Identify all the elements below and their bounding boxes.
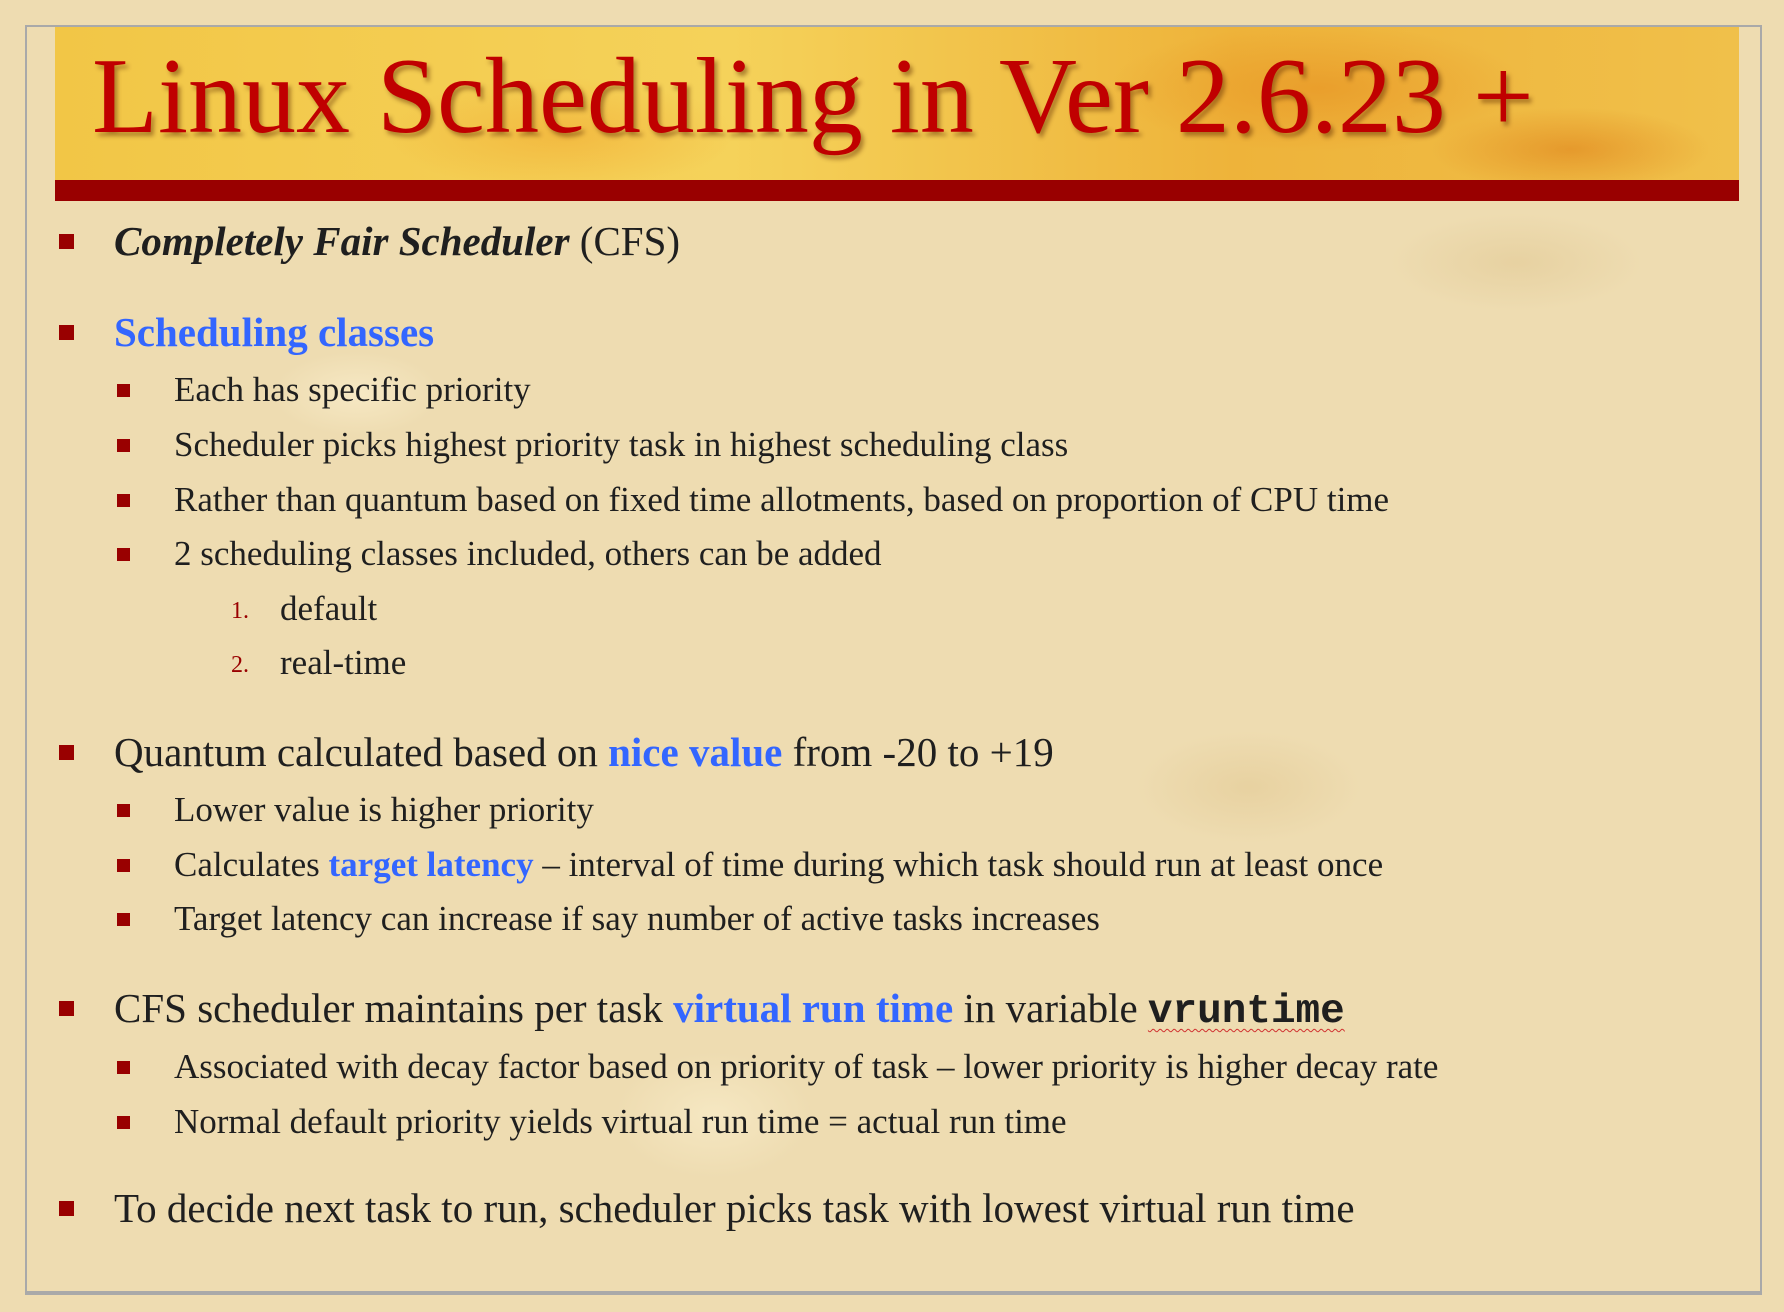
bullet-cfs: Completely Fair Scheduler (CFS) xyxy=(114,216,680,266)
bullet-icon xyxy=(59,1001,74,1016)
bullet-scheduling-classes: Scheduling classes xyxy=(114,309,435,355)
bullet-icon xyxy=(59,325,74,340)
cfs-name: Completely Fair Scheduler xyxy=(114,218,570,264)
bullet-icon xyxy=(117,1061,130,1074)
list-number: 1. xyxy=(231,598,249,624)
bullet-quantum: Quantum calculated based on nice value f… xyxy=(114,727,1054,777)
highlight: virtual run time xyxy=(673,985,954,1031)
sub-bullet: Rather than quantum based on fixed time … xyxy=(174,480,1390,519)
sub-bullet: Normal default priority yields virtual r… xyxy=(174,1102,1067,1141)
text: from -20 to +19 xyxy=(782,729,1054,775)
bullet-icon xyxy=(59,745,74,760)
bullet-icon xyxy=(117,548,130,561)
numbered-item: real-time xyxy=(280,643,407,682)
code-variable: vruntime xyxy=(1147,989,1345,1035)
bullet-icon xyxy=(59,234,74,249)
text: in variable xyxy=(953,985,1148,1031)
sub-bullet: Scheduler picks highest priority task in… xyxy=(174,425,1069,464)
bullet-decide: To decide next task to run, scheduler pi… xyxy=(114,1185,1355,1231)
slide-title: Linux Scheduling in Ver 2.6.23 + xyxy=(92,37,1534,156)
bullet-vruntime: CFS scheduler maintains per task virtual… xyxy=(114,983,1345,1037)
text: Quantum calculated based on xyxy=(114,729,609,775)
bullet-icon xyxy=(117,913,130,926)
bullet-icon xyxy=(117,804,130,817)
text: Calculates xyxy=(174,845,329,884)
sub-bullet: Target latency can increase if say numbe… xyxy=(174,899,1100,938)
sub-bullet: Associated with decay factor based on pr… xyxy=(174,1047,1439,1086)
bullet-icon xyxy=(117,494,130,507)
bullet-icon xyxy=(117,384,130,397)
bullet-icon xyxy=(59,1201,74,1216)
sub-bullet: Lower value is higher priority xyxy=(174,790,594,829)
highlight: target latency xyxy=(328,845,534,884)
title-underline-bar xyxy=(55,180,1739,201)
sub-bullet: 2 scheduling classes included, others ca… xyxy=(174,534,882,573)
numbered-item: default xyxy=(280,589,378,628)
text: CFS scheduler maintains per task xyxy=(114,985,674,1031)
bullet-icon xyxy=(117,1116,130,1129)
sub-bullet: Calculates target latency – interval of … xyxy=(174,843,1383,887)
list-number: 2. xyxy=(231,652,249,678)
cfs-abbrev: (CFS) xyxy=(569,218,681,264)
highlight: nice value xyxy=(608,729,783,775)
bullet-icon xyxy=(117,439,130,452)
bullet-icon xyxy=(117,859,130,872)
text: – interval of time during which task sho… xyxy=(533,845,1384,884)
sub-bullet: Each has specific priority xyxy=(174,370,531,409)
